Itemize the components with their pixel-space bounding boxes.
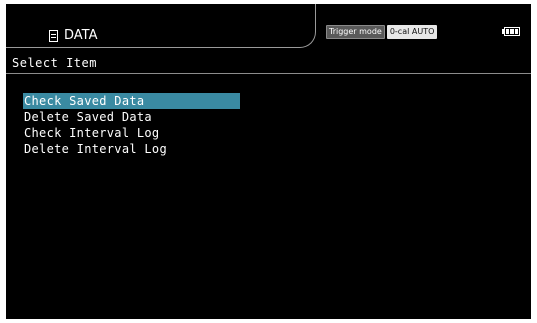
- menu-item-delete-interval-log[interactable]: Delete Interval Log: [23, 141, 240, 157]
- menu-item-check-saved-data[interactable]: Check Saved Data: [23, 93, 240, 109]
- menu-item-check-interval-log[interactable]: Check Interval Log: [23, 125, 240, 141]
- zero-cal-badge: 0-cal AUTO: [386, 25, 438, 39]
- status-bar: Trigger mode 0-cal AUTO: [326, 25, 438, 39]
- device-screen: DATA Trigger mode 0-cal AUTO Select Item…: [6, 4, 531, 319]
- menu-list: Check Saved Data Delete Saved Data Check…: [23, 93, 240, 157]
- screen-title-label: DATA: [64, 28, 98, 43]
- divider: [6, 73, 531, 74]
- document-icon: [49, 29, 58, 42]
- trigger-mode-badge: Trigger mode: [326, 25, 385, 39]
- menu-item-delete-saved-data[interactable]: Delete Saved Data: [23, 109, 240, 125]
- section-title: Select Item: [12, 56, 97, 70]
- screen-title: DATA: [49, 28, 98, 43]
- battery-icon: [502, 27, 520, 36]
